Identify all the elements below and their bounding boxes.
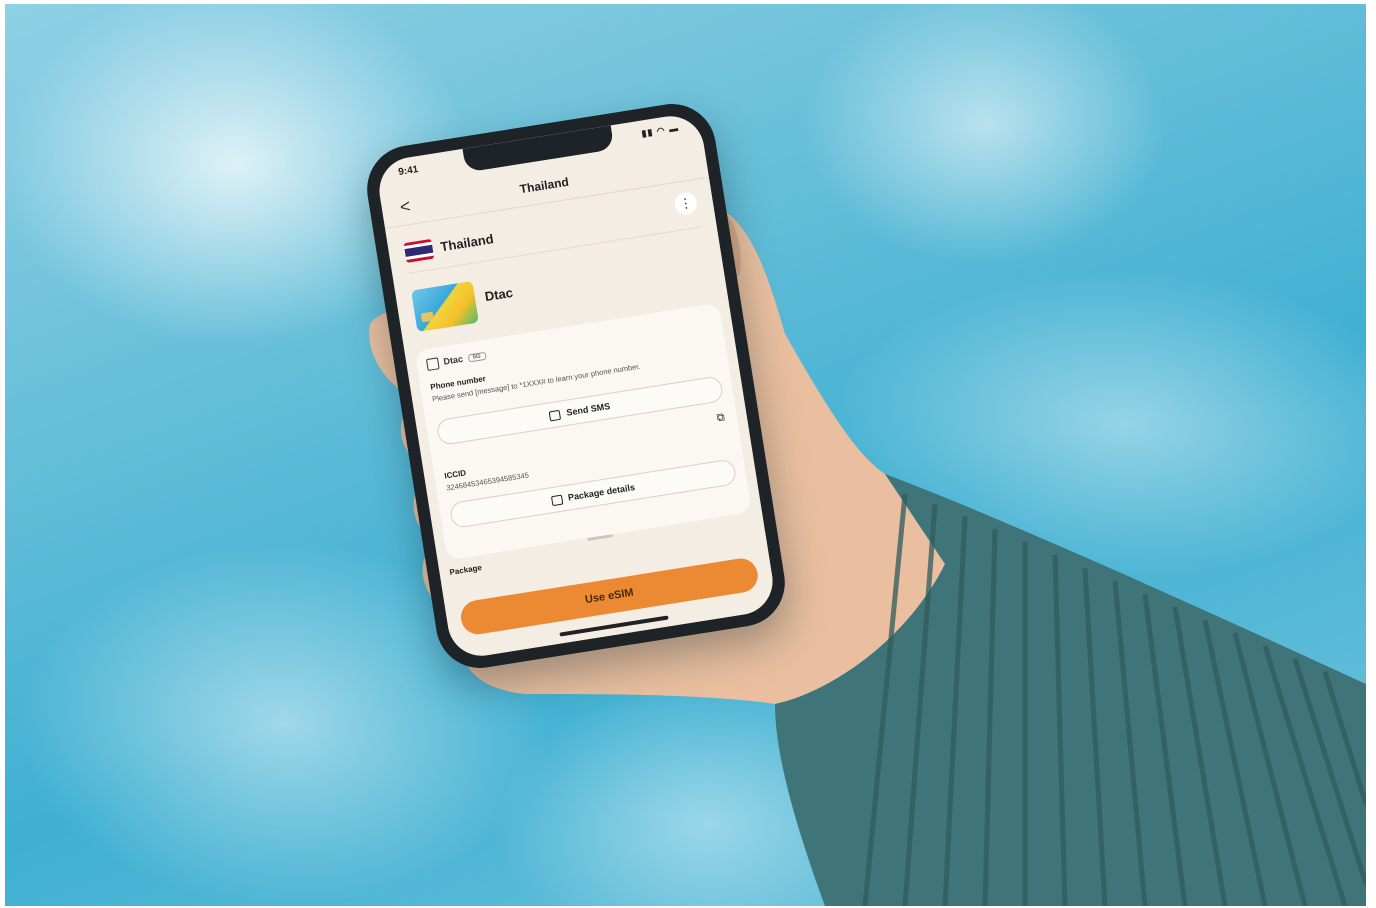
message-icon <box>549 409 562 422</box>
status-time: 9:41 <box>397 164 420 179</box>
sim-details-card: Dtac 5G Phone number Please send [message… <box>414 302 752 561</box>
iccid-label: ICCID <box>443 468 467 481</box>
sim-card-image <box>411 280 479 333</box>
country-name: Thailand <box>439 231 495 255</box>
sim-label: Dtac <box>442 353 464 367</box>
sim-chip-icon <box>420 311 434 323</box>
package-details-label: Package details <box>567 482 636 503</box>
copy-icon[interactable]: ⧉ <box>716 411 726 425</box>
sim-icon <box>425 357 440 371</box>
more-options-icon[interactable]: ⋮ <box>673 190 699 217</box>
send-sms-label: Send SMS <box>565 400 611 418</box>
package-label: Package <box>448 563 483 578</box>
background-photo: 9:41 ▮▮ ◠ ▬ < Thailand Thailand ⋮ Dtac D… <box>5 4 1366 906</box>
signal-wifi-battery-icon: ▮▮ ◠ ▬ <box>640 122 680 139</box>
phone-screen: 9:41 ▮▮ ◠ ▬ < Thailand Thailand ⋮ Dtac D… <box>374 111 778 661</box>
network-badge: 5G <box>467 351 487 363</box>
send-sms-button[interactable]: Send SMS <box>435 375 725 447</box>
carrier-name: Dtac <box>483 284 514 305</box>
sim-row: Dtac 5G <box>425 350 487 371</box>
thailand-flag-icon <box>403 238 435 263</box>
document-icon <box>550 494 564 506</box>
